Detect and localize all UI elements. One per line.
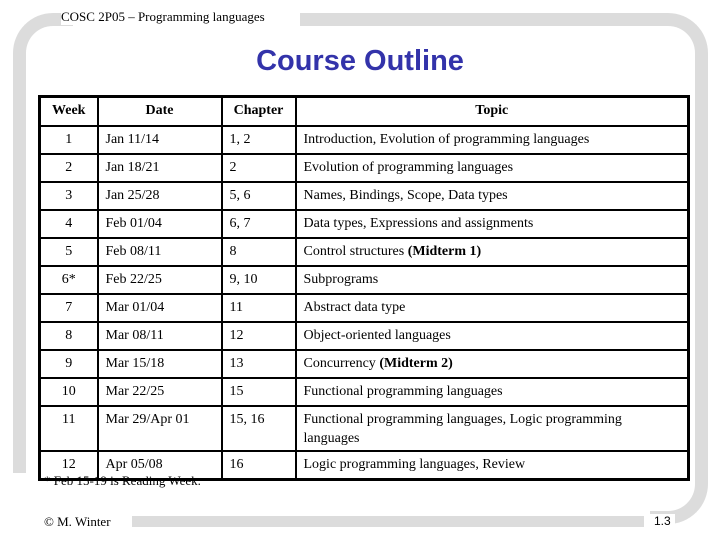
topic-cell: Functional programming languages, Logic … — [294, 405, 690, 452]
topic-cell: Functional programming languages — [294, 377, 690, 407]
week-cell: 11 — [38, 405, 99, 452]
topic-cell: Control structures (Midterm 1) — [294, 237, 690, 267]
table-header-row: Week Date Chapter Topic — [38, 95, 690, 127]
slide-title-text: Course Outline — [256, 45, 464, 77]
topic-text: Logic programming languages, Review — [303, 457, 526, 472]
topic-cell: Subprograms — [294, 265, 690, 295]
table-row: 4 Feb 01/04 6, 7 Data types, Expressions an… — [38, 209, 690, 239]
chapter-cell: 16 — [220, 450, 297, 481]
date-cell: Feb 01/04 — [96, 209, 223, 239]
slide-title: Course Outline — [0, 45, 720, 78]
topic-text: Functional programming languages — [303, 384, 503, 399]
topic-cell: Concurrency (Midterm 2) — [294, 349, 690, 379]
week-cell: 2 — [38, 153, 99, 183]
course-header: COSC 2P05 – Programming languages — [61, 9, 271, 25]
week-cell: 6* — [38, 265, 99, 295]
week-cell: 4 — [38, 209, 99, 239]
table-row: 11 Mar 29/Apr 01 15, 16 Functional programm… — [38, 405, 690, 452]
column-header-chapter: Chapter — [220, 95, 297, 127]
date-cell: Feb 08/11 — [96, 237, 223, 267]
chapter-cell: 5, 6 — [220, 181, 297, 211]
date-cell: Mar 29/Apr 01 — [96, 405, 223, 452]
page-number: 1.3 — [650, 514, 675, 528]
column-header-date: Date — [96, 95, 223, 127]
week-cell: 10 — [38, 377, 99, 407]
topic-text: Evolution of programming languages — [303, 160, 514, 175]
chapter-cell: 15 — [220, 377, 297, 407]
date-cell: Mar 15/18 — [96, 349, 223, 379]
chapter-cell: 11 — [220, 293, 297, 323]
table-row: 9 Mar 15/18 13 Concurrency (Midterm 2) — [38, 349, 690, 379]
chapter-cell: 12 — [220, 321, 297, 351]
table-row: 3 Jan 25/28 5, 6 Names, Bindings, Scope, Da… — [38, 181, 690, 211]
midterm-note: (Midterm 1) — [407, 244, 482, 259]
chapter-cell: 15, 16 — [220, 405, 297, 452]
topic-text: Subprograms — [303, 272, 379, 287]
topic-cell: Abstract data type — [294, 293, 690, 323]
topic-text: Control structures — [303, 244, 408, 259]
date-cell: Mar 22/25 — [96, 377, 223, 407]
copyright: © M. Winter — [44, 514, 111, 529]
week-cell: 1 — [38, 125, 99, 155]
reading-week-footnote: * Feb 15-19 is Reading Week. — [44, 473, 201, 488]
date-cell: Jan 25/28 — [96, 181, 223, 211]
week-cell: 8 — [38, 321, 99, 351]
frame-decoration-bottom-bar — [132, 516, 644, 527]
chapter-cell: 1, 2 — [220, 125, 297, 155]
table-row: 7 Mar 01/04 11 Abstract data type — [38, 293, 690, 323]
table-row: 5 Feb 08/11 8 Control structures (Midterm 1… — [38, 237, 690, 267]
date-cell: Jan 11/14 — [96, 125, 223, 155]
chapter-cell: 9, 10 — [220, 265, 297, 295]
topic-cell: Names, Bindings, Scope, Data types — [294, 181, 690, 211]
table-row: 8 Mar 08/11 12 Object-oriented languages — [38, 321, 690, 351]
topic-text: Abstract data type — [303, 300, 406, 315]
frame-decoration-top-bar — [300, 13, 660, 26]
midterm-note: (Midterm 2) — [379, 356, 453, 371]
course-outline-table: Week Date Chapter Topic 1 Jan 11/14 1, 2 In… — [38, 95, 690, 481]
chapter-cell: 8 — [220, 237, 297, 267]
topic-cell: Object-oriented languages — [294, 321, 690, 351]
chapter-cell: 2 — [220, 153, 297, 183]
topic-text: Introduction, Evolution of programming l… — [303, 132, 590, 147]
week-cell: 3 — [38, 181, 99, 211]
chapter-cell: 13 — [220, 349, 297, 379]
table-row: 1 Jan 11/14 1, 2 Introduction, Evolution of… — [38, 125, 690, 155]
topic-text: Data types, Expressions and assignments — [303, 216, 534, 231]
frame-decoration-right-bar — [695, 200, 708, 450]
table-row: 10 Mar 22/25 15 Functional programming lang… — [38, 377, 690, 407]
chapter-cell: 6, 7 — [220, 209, 297, 239]
topic-text: Names, Bindings, Scope, Data types — [303, 188, 508, 203]
topic-text: Concurrency — [303, 356, 380, 371]
column-header-week: Week — [38, 95, 99, 127]
week-cell: 7 — [38, 293, 99, 323]
topic-text: Functional programming languages, Logic … — [303, 412, 622, 446]
topic-cell: Data types, Expressions and assignments — [294, 209, 690, 239]
table-row: 6* Feb 22/25 9, 10 Subprograms — [38, 265, 690, 295]
week-cell: 5 — [38, 237, 99, 267]
date-cell: Feb 22/25 — [96, 265, 223, 295]
date-cell: Jan 18/21 — [96, 153, 223, 183]
table-row: 2 Jan 18/21 2 Evolution of programming lang… — [38, 153, 690, 183]
date-cell: Mar 08/11 — [96, 321, 223, 351]
topic-cell: Introduction, Evolution of programming l… — [294, 125, 690, 155]
date-cell: Mar 01/04 — [96, 293, 223, 323]
topic-cell: Evolution of programming languages — [294, 153, 690, 183]
topic-text: Object-oriented languages — [303, 328, 451, 343]
column-header-topic: Topic — [294, 95, 690, 127]
topic-cell: Logic programming languages, Review — [294, 450, 690, 481]
week-cell: 9 — [38, 349, 99, 379]
